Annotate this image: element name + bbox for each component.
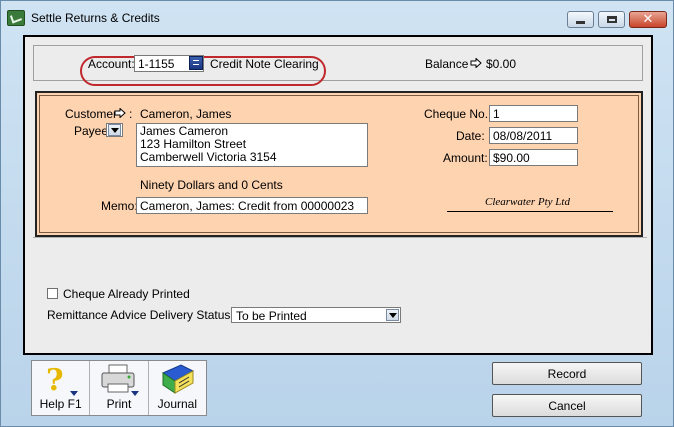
remittance-status-value: To be Printed — [236, 309, 307, 323]
cheque-printed-checkbox[interactable] — [47, 288, 58, 299]
window-title: Settle Returns & Credits — [31, 11, 160, 25]
record-button[interactable]: Record — [492, 362, 642, 385]
close-icon: ✕ — [642, 12, 654, 27]
minimize-icon — [576, 21, 585, 24]
account-label: Account: — [88, 57, 135, 71]
balance-arrow-icon — [470, 58, 482, 68]
title-bar[interactable]: Settle Returns & Credits ✕ — [1, 1, 673, 31]
customer-label: Customer — [65, 107, 118, 121]
customer-value: Cameron, James — [140, 107, 232, 121]
remittance-status-select[interactable]: To be Printed — [231, 307, 401, 323]
journal-icon — [161, 364, 194, 394]
help-label: Help F1 — [39, 397, 82, 411]
signature-text: Clearwater Pty Ltd — [485, 196, 570, 208]
payee-address-field[interactable]: James Cameron 123 Hamilton Street Camber… — [136, 123, 368, 167]
customer-arrow-icon[interactable] — [114, 108, 126, 118]
signature-line — [447, 211, 613, 212]
account-list-button[interactable] — [189, 56, 203, 70]
account-name: Credit Note Clearing — [210, 57, 319, 71]
cheque-no-label: Cheque No.: — [424, 107, 492, 121]
chevron-down-icon — [108, 124, 121, 136]
payee-label: Payee — [74, 124, 109, 138]
amount-field[interactable]: $90.00 — [489, 149, 578, 166]
maximize-icon — [606, 16, 617, 23]
minimize-button[interactable] — [567, 11, 594, 28]
help-icon: ? — [46, 363, 64, 398]
date-field[interactable]: 08/08/2011 — [489, 127, 578, 144]
settle-returns-window: Settle Returns & Credits ✕ Account: 1-11… — [0, 0, 674, 427]
memo-field[interactable]: Cameron, James: Credit from 00000023 — [136, 197, 368, 214]
printer-icon — [101, 364, 135, 393]
record-label: Record — [547, 366, 587, 381]
maximize-button[interactable] — [598, 11, 625, 28]
app-icon — [7, 10, 25, 26]
toolbar: ? Help F1 Print Journal — [31, 360, 207, 416]
print-dropdown-icon — [131, 391, 140, 396]
address-line-3: Camberwell Victoria 3154 — [140, 150, 277, 164]
payee-dropdown-button[interactable] — [106, 123, 123, 137]
memo-label: Memo: — [101, 199, 138, 213]
cancel-button[interactable]: Cancel — [492, 394, 642, 417]
account-strip: Account: 1-1155 Credit Note Clearing Bal… — [33, 45, 643, 86]
close-button[interactable]: ✕ — [629, 11, 667, 28]
help-dropdown-icon — [70, 391, 78, 396]
journal-button[interactable]: Journal — [149, 361, 206, 415]
options-area: Cheque Already Printed Remittance Advice… — [33, 237, 647, 350]
cheque-no-field[interactable]: 1 — [489, 105, 578, 122]
customer-colon: : — [129, 107, 133, 121]
print-label: Print — [106, 397, 132, 411]
remittance-label: Remittance Advice Delivery Status: — [47, 308, 234, 322]
amount-label: Amount: — [443, 151, 488, 165]
amount-in-words: Ninety Dollars and 0 Cents — [140, 178, 283, 192]
help-button[interactable]: ? Help F1 — [32, 361, 91, 415]
form-body: Account: 1-1155 Credit Note Clearing Bal… — [23, 35, 653, 355]
balance-value: $0.00 — [486, 57, 517, 71]
journal-label: Journal — [157, 397, 197, 411]
cancel-label: Cancel — [548, 398, 586, 413]
cheque-panel: Customer : Cameron, James Payee James Ca… — [35, 91, 643, 237]
print-button[interactable]: Print — [90, 361, 149, 415]
cheque-printed-label: Cheque Already Printed — [63, 287, 190, 301]
chevron-down-icon — [386, 309, 399, 321]
balance-label: Balance — [425, 57, 469, 71]
date-label: Date: — [456, 129, 485, 143]
